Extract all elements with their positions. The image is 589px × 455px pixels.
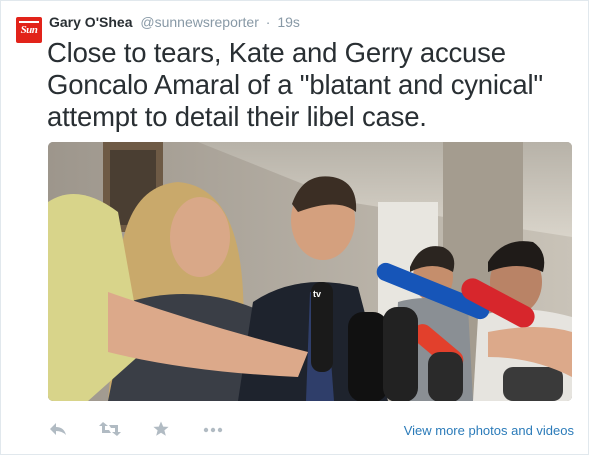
- microphone-logo-text: tv: [313, 289, 321, 299]
- avatar-logo-text: Sun: [20, 24, 38, 36]
- tweet-header: Gary O'Shea @sunnewsreporter · 19s: [49, 14, 300, 30]
- separator-dot: ·: [265, 14, 271, 30]
- timestamp[interactable]: 19s: [277, 14, 300, 30]
- press-conference-photo: tv: [48, 142, 572, 401]
- logo-bar: [19, 21, 39, 23]
- media-photo[interactable]: tv: [48, 142, 572, 401]
- view-more-photos-link[interactable]: View more photos and videos: [404, 423, 574, 438]
- retweet-icon[interactable]: [99, 421, 121, 441]
- reply-icon-glyph: [50, 423, 66, 435]
- display-name[interactable]: Gary O'Shea: [49, 14, 132, 30]
- more-dots-glyph: [203, 427, 223, 433]
- retweet-icon-glyph: [99, 422, 121, 436]
- avatar[interactable]: Sun: [16, 17, 42, 43]
- more-icon[interactable]: [203, 421, 223, 441]
- star-icon[interactable]: [153, 421, 169, 441]
- favorite-star-glyph: [153, 421, 169, 436]
- tweet-text: Close to tears, Kate and Gerry accuse Go…: [47, 37, 543, 132]
- reply-icon[interactable]: [49, 421, 67, 441]
- username-handle[interactable]: @sunnewsreporter: [140, 14, 259, 30]
- tweet-card: Sun Gary O'Shea @sunnewsreporter · 19s C…: [0, 0, 589, 455]
